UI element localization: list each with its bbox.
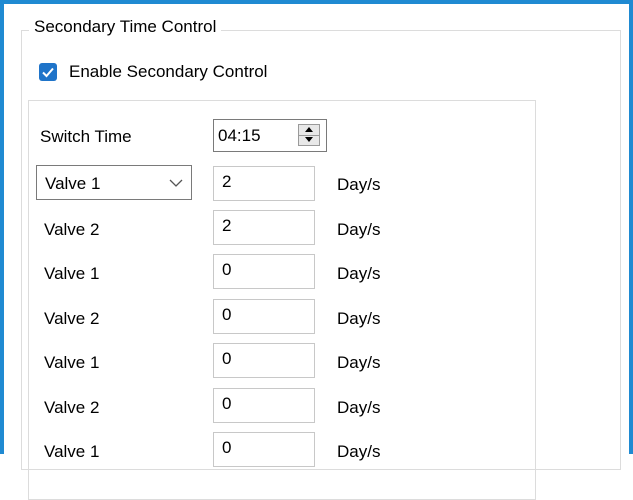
day-value: 0 xyxy=(222,260,232,279)
checkmark-icon[interactable] xyxy=(39,63,57,81)
day-input-row-6[interactable]: 0 xyxy=(213,388,315,423)
unit-label: Day/s xyxy=(337,264,381,283)
day-input-row-2[interactable]: 2 xyxy=(213,210,315,245)
unit-label: Day/s xyxy=(337,398,381,417)
unit-label: Day/s xyxy=(337,442,381,461)
day-value: 2 xyxy=(222,172,232,191)
valve-select-dropdown[interactable]: Valve 1 xyxy=(36,165,192,200)
unit-label: Day/s xyxy=(337,353,381,372)
day-value: 0 xyxy=(222,349,232,368)
down-arrow-icon xyxy=(305,137,313,142)
day-input-row-4[interactable]: 0 xyxy=(213,299,315,334)
day-input-row-3[interactable]: 0 xyxy=(213,254,315,289)
valve-label: Valve 1 xyxy=(44,353,100,372)
day-input-row-7[interactable]: 0 xyxy=(213,432,315,467)
valve-label: Valve 1 xyxy=(44,442,100,461)
valve-label: Valve 2 xyxy=(44,309,100,328)
day-input-row-1[interactable]: 2 xyxy=(213,166,315,201)
valve-select-value: Valve 1 xyxy=(45,174,101,193)
day-input-row-5[interactable]: 0 xyxy=(213,343,315,378)
chevron-down-icon xyxy=(169,179,183,187)
unit-label: Day/s xyxy=(337,175,381,194)
enable-secondary-control-checkbox[interactable]: Enable Secondary Control xyxy=(39,62,267,82)
day-value: 0 xyxy=(222,305,232,324)
valve-label: Valve 2 xyxy=(44,398,100,417)
unit-label: Day/s xyxy=(337,309,381,328)
spinner-buttons[interactable] xyxy=(298,124,320,146)
day-value: 2 xyxy=(222,216,232,235)
unit-label: Day/s xyxy=(337,220,381,239)
day-value: 0 xyxy=(222,438,232,457)
enable-secondary-control-label: Enable Secondary Control xyxy=(69,62,268,81)
valve-label: Valve 2 xyxy=(44,220,100,239)
switch-time-label: Switch Time xyxy=(40,127,132,146)
valve-label: Valve 1 xyxy=(44,264,100,283)
group-title: Secondary Time Control xyxy=(29,17,222,37)
switch-time-value[interactable]: 04:15 xyxy=(218,126,261,146)
day-value: 0 xyxy=(222,394,232,413)
spin-down-button[interactable] xyxy=(299,135,319,145)
up-arrow-icon xyxy=(305,127,313,132)
switch-time-spinner[interactable]: 04:15 xyxy=(213,119,327,152)
